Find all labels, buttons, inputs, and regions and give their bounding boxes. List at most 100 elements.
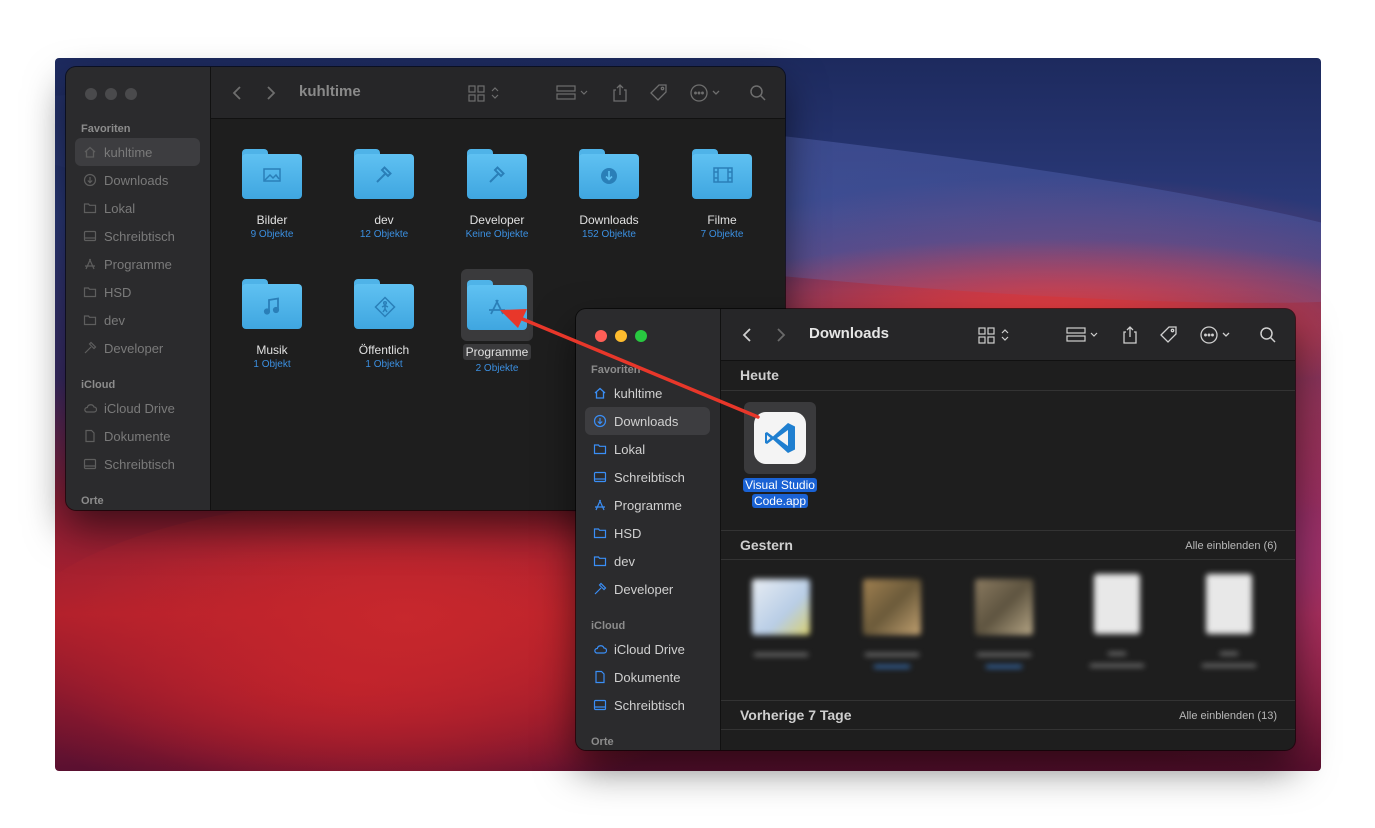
folder-name: dev [374,213,394,227]
folder-count: 12 Objekte [359,229,409,240]
view-mode-icon[interactable] [978,324,1012,346]
sidebar-header-icloud: iCloud [591,620,626,632]
blurred-file-item[interactable]: ▬▬ ▬▬▬▬▬▬ [1174,574,1284,670]
share-icon[interactable] [1121,324,1139,346]
finder-window-downloads[interactable]: Favoriten kuhltime Downloads Lokal Schre… [576,309,1295,750]
blurred-file-item[interactable]: ▬▬▬▬▬▬ [726,579,836,659]
sidebar-item-downloads[interactable]: Downloads [585,407,710,435]
sidebar-header-favorites: Favoriten [81,123,131,135]
blurred-file-item[interactable]: ▬▬▬▬▬▬ ▬▬▬▬ [949,579,1059,671]
forward-button[interactable] [775,324,787,346]
forward-button[interactable] [265,82,277,104]
back-button[interactable] [231,82,243,104]
sidebar-item-schreibtisch[interactable]: Schreibtisch [585,463,710,491]
sidebar-item-label: Schreibtisch [614,469,685,485]
group-icon[interactable] [1066,324,1102,346]
vscode-icon [754,412,806,464]
blurred-file-item[interactable]: ▬▬▬▬▬▬ ▬▬▬▬ [837,579,947,671]
minimize-button[interactable] [105,88,117,100]
search-icon[interactable] [749,82,767,104]
folder-name: Developer [469,213,525,227]
sidebar-item-lokal[interactable]: Lokal [585,435,710,463]
folder-name: Programme [462,344,532,360]
file-name-line1: Visual Studio [743,478,817,492]
sidebar-item-label: kuhltime [104,144,153,160]
folder-count: 9 Objekte [250,229,294,240]
tag-icon[interactable] [1159,324,1179,346]
tag-icon[interactable] [649,82,669,104]
search-icon[interactable] [1259,324,1277,346]
sidebar-item-dev[interactable]: dev [585,547,710,575]
folder-downloads[interactable]: Downloads 152 Objekte [564,149,654,240]
sidebar-item-dokumente[interactable]: Dokumente [585,663,710,691]
sidebar-item-schreibtisch[interactable]: Schreibtisch [75,222,200,250]
more-actions-icon[interactable] [1199,324,1235,346]
vscode-app-item[interactable]: Visual Studio Code.app [739,402,821,509]
apps-icon [593,498,607,512]
section-header-last7: Vorherige 7 Tage Alle einblenden (13) [721,700,1295,730]
film-icon [712,166,733,186]
minimize-button[interactable] [615,330,627,342]
close-button[interactable] [595,330,607,342]
folder-dev[interactable]: dev 12 Objekte [339,149,429,240]
hammer-icon [593,582,607,596]
folder-name: Musik [256,343,288,357]
sidebar-item-dev[interactable]: dev [75,306,200,334]
folder-developer[interactable]: Developer Keine Objekte [452,149,542,240]
sidebar-item-kuhltime[interactable]: kuhltime [75,138,200,166]
home-icon [593,386,607,400]
sidebar-item-label: iCloud Drive [104,400,175,416]
folder-bilder[interactable]: Bilder 9 Objekte [227,149,317,240]
sidebar-item-label: HSD [104,284,132,300]
folder-oeffentlich[interactable]: Öffentlich 1 Objekt [339,279,429,370]
folder-icon [83,285,97,299]
sidebar-item-schreibtisch-icloud[interactable]: Schreibtisch [75,450,200,478]
zoom-button[interactable] [125,88,137,100]
sidebar-item-developer[interactable]: Developer [585,575,710,603]
sidebar-item-label: Schreibtisch [104,228,175,244]
sidebar-header-places: Orte [81,495,104,507]
sidebar-item-hsd[interactable]: HSD [585,519,710,547]
sidebar: Favoriten kuhltime Downloads Lokal Schre… [576,309,721,750]
image-icon [262,166,282,186]
sidebar-item-downloads[interactable]: Downloads [75,166,200,194]
folder-icon [83,201,97,215]
folder-count: Keine Objekte [465,229,529,240]
window-controls[interactable] [595,330,647,342]
show-all-yesterday-button[interactable]: Alle einblenden (6) [1185,540,1277,552]
share-icon[interactable] [611,82,629,104]
folder-musik[interactable]: Musik 1 Objekt [227,279,317,370]
sidebar-item-label: Lokal [614,441,646,457]
sidebar-item-programme[interactable]: Programme [75,250,200,278]
sidebar-item-label: Downloads [614,413,679,429]
sidebar-item-lokal[interactable]: Lokal [75,194,200,222]
folder-filme[interactable]: Filme 7 Objekte [677,149,767,240]
folder-programme[interactable]: Programme 2 Objekte [452,269,542,374]
view-mode-icon[interactable] [468,82,502,104]
sidebar-item-icloud-drive[interactable]: iCloud Drive [585,635,710,663]
sidebar-item-schreibtisch-icloud[interactable]: Schreibtisch [585,691,710,719]
window-title: kuhltime [299,83,361,100]
sidebar-item-dokumente[interactable]: Dokumente [75,422,200,450]
section-title: Vorherige 7 Tage [740,707,852,723]
window-controls[interactable] [85,88,137,100]
sidebar-item-icloud-drive[interactable]: iCloud Drive [75,394,200,422]
sidebar-header-places: Orte [591,736,614,748]
section-title: Gestern [740,537,793,553]
sidebar-item-kuhltime[interactable]: kuhltime [585,379,710,407]
sidebar-item-hsd[interactable]: HSD [75,278,200,306]
file-name-line2: Code.app [751,494,809,508]
sidebar-item-label: Programme [104,256,172,272]
blurred-file-item[interactable]: ▬▬ ▬▬▬▬▬▬ [1062,574,1172,670]
more-actions-icon[interactable] [689,82,725,104]
sidebar-item-developer[interactable]: Developer [75,334,200,362]
group-icon[interactable] [556,82,592,104]
show-all-last7-button[interactable]: Alle einblenden (13) [1179,710,1277,722]
close-button[interactable] [85,88,97,100]
sidebar-item-label: Developer [104,340,164,356]
sidebar-item-programme[interactable]: Programme [585,491,710,519]
back-button[interactable] [741,324,753,346]
zoom-button[interactable] [635,330,647,342]
document-icon [83,429,97,443]
sidebar-item-label: dev [614,553,635,569]
